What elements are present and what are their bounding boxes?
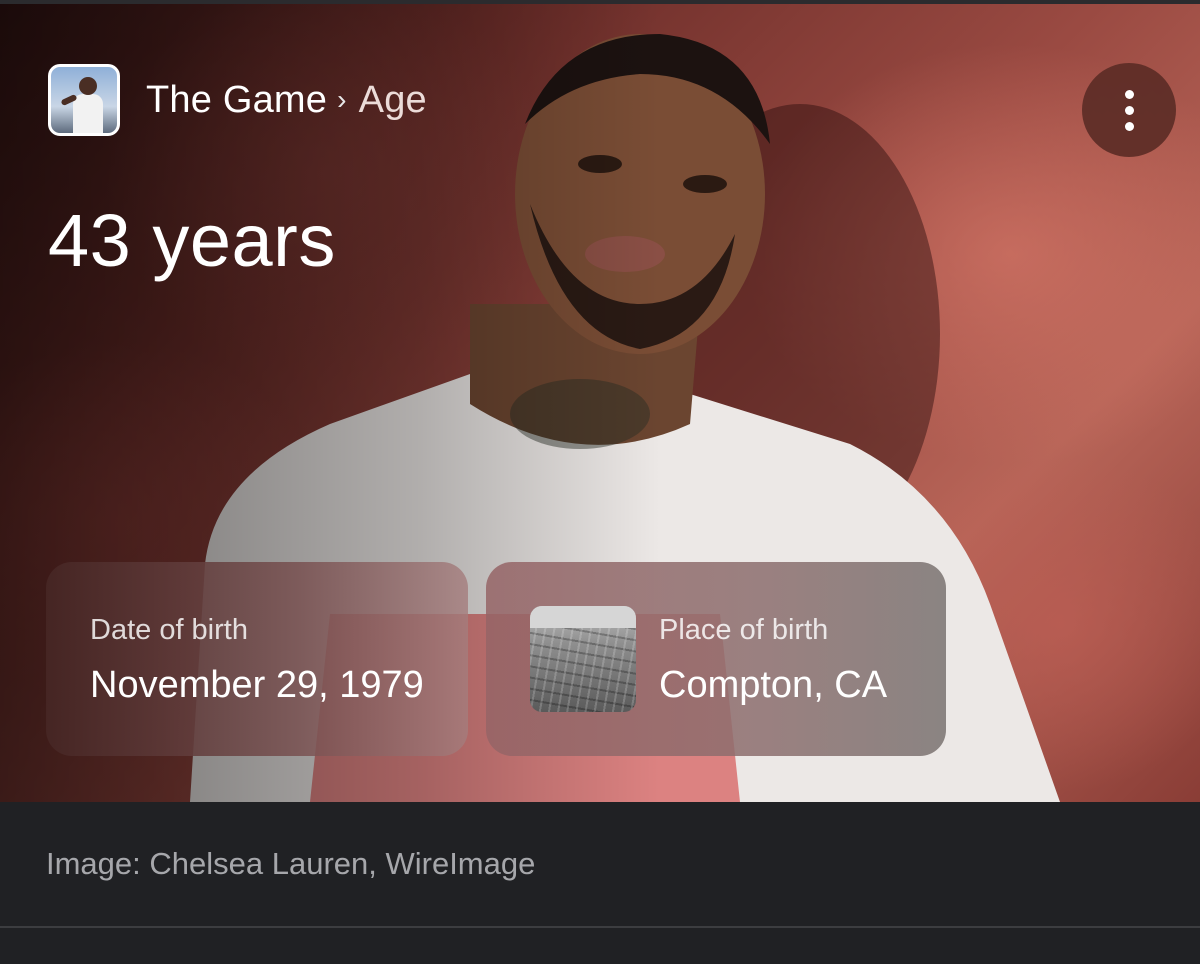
image-credit: Image: Chelsea Lauren, WireImage — [46, 846, 536, 881]
breadcrumb-entity-link[interactable]: The Game — [146, 79, 327, 122]
date-of-birth-card[interactable]: Date of birth November 29, 1979 — [46, 562, 468, 756]
age-answer: 43 years — [48, 199, 336, 282]
more-vert-icon — [1124, 89, 1134, 131]
bottom-area — [0, 928, 1200, 964]
chevron-right-icon: › — [337, 84, 347, 115]
place-of-birth-card[interactable]: Place of birth Compton, CA — [486, 562, 946, 756]
caption-bar: Image: Chelsea Lauren, WireImage — [0, 802, 1200, 926]
breadcrumb-header: The Game › Age — [48, 60, 427, 140]
breadcrumb: The Game › Age — [146, 79, 427, 122]
place-thumbnail — [530, 606, 636, 712]
date-of-birth-value: November 29, 1979 — [90, 664, 424, 706]
place-of-birth-value: Compton, CA — [659, 664, 888, 706]
date-of-birth-label: Date of birth — [90, 614, 248, 646]
entity-thumbnail[interactable] — [48, 64, 120, 136]
breadcrumb-attribute: Age — [358, 78, 427, 121]
place-of-birth-label: Place of birth — [659, 614, 829, 646]
more-options-button[interactable] — [1082, 63, 1176, 157]
